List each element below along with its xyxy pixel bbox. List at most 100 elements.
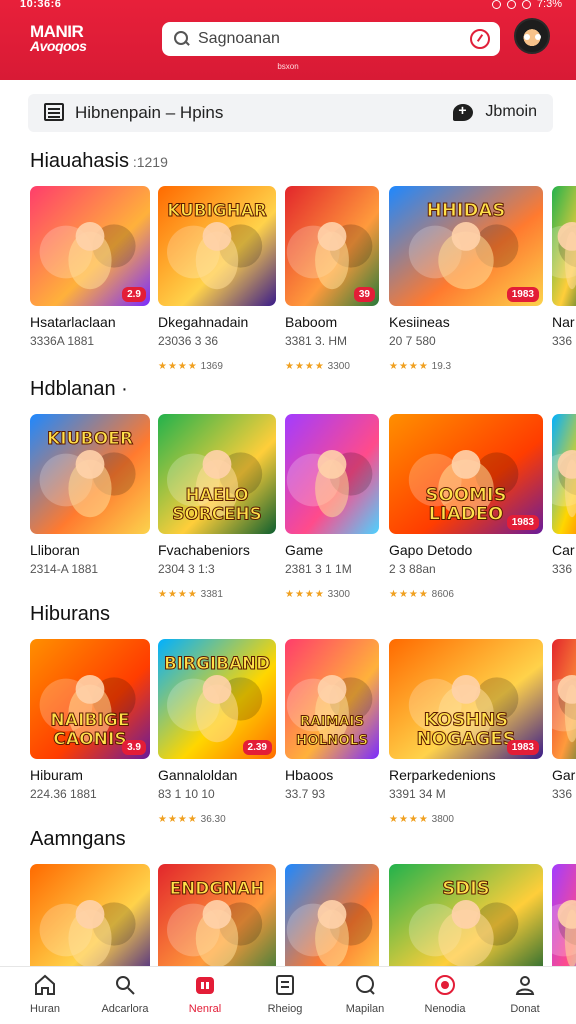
game-card[interactable]: 2.9 Hsatarlaclaan 3336A 1881 bbox=[30, 186, 150, 386]
game-card[interactable]: NAIBIGE CAONIS 3.9 Hiburam 224.36 1881 bbox=[30, 639, 150, 839]
nav-item[interactable]: Huran bbox=[5, 973, 85, 1015]
game-card[interactable]: KIUBOER Lliboran 2314-A 1881 bbox=[30, 414, 150, 614]
status-icon bbox=[506, 0, 516, 9]
game-card[interactable]: HAELO SORCEHS Fvachabeniors 2304 3 1:3 ★★★★ … bbox=[158, 414, 276, 614]
game-card[interactable]: HHIDAS 1983 Kesiineas 20 7 580 ★★★★ 19.3 bbox=[389, 186, 543, 386]
nav-label: Nenodia bbox=[424, 1003, 466, 1015]
game-row[interactable]: KIUBOER Lliboran 2314-A 1881 HAELO SORCEHS Fv… bbox=[0, 414, 576, 614]
price-badge: 2.39 bbox=[242, 740, 272, 755]
game-card[interactable]: KUBIGHAR Dkegahnadain 23036 3 36 ★★★★ 1369 bbox=[158, 186, 276, 386]
header-subtitle: bsxon bbox=[277, 62, 299, 71]
artwork-lettering: KUBIGHAR bbox=[167, 200, 266, 220]
avatar[interactable] bbox=[514, 18, 550, 54]
search-icon bbox=[113, 973, 137, 997]
bottom-navigation: Huran Adcarlora Nenral Rheiog Mapilan Nenodia… bbox=[0, 966, 576, 1024]
game-rating: ★★★★ 36.30 bbox=[158, 814, 226, 825]
game-meta: 2381 3 1 1M bbox=[285, 562, 352, 576]
game-card[interactable]: RAIMAIS HOLNOLS Hbaoos 33.7 93 bbox=[285, 639, 379, 839]
artwork-lettering: HAELO bbox=[185, 484, 248, 504]
nav-item[interactable]: Nenral bbox=[165, 973, 245, 1015]
game-thumbnail[interactable]: BIRGIBAND 2.39 bbox=[158, 639, 276, 759]
game-meta: 336 bbox=[552, 334, 573, 348]
nav-item[interactable]: Nenodia bbox=[405, 973, 485, 1015]
nav-label: Adcarlora bbox=[101, 1003, 149, 1015]
search-bar[interactable] bbox=[162, 22, 500, 56]
game-meta: 3336A 1881 bbox=[30, 334, 95, 348]
game-thumbnail[interactable] bbox=[552, 414, 576, 534]
game-rating: ★★★★ 8606 bbox=[389, 589, 454, 600]
game-title: Gannaloldan bbox=[158, 767, 238, 783]
filter-action-button[interactable]: Jbmoin bbox=[453, 102, 537, 121]
game-meta: 23036 3 36 bbox=[158, 334, 219, 348]
search-icon bbox=[172, 29, 192, 49]
game-row[interactable]: 2.9 Hsatarlaclaan 3336A 1881 KUBIGHAR Dkegah… bbox=[0, 186, 576, 386]
game-thumbnail[interactable]: KIUBOER bbox=[30, 414, 150, 534]
game-thumbnail[interactable]: HHIDAS 1983 bbox=[389, 186, 543, 306]
game-thumbnail[interactable] bbox=[552, 639, 576, 759]
rating-count: 19.3 bbox=[428, 361, 452, 372]
game-thumbnail[interactable]: RAIMAIS HOLNOLS bbox=[285, 639, 379, 759]
nav-label: Nenral bbox=[188, 1003, 222, 1015]
section-title: Aamngans bbox=[30, 828, 126, 851]
chat-bubble-icon bbox=[353, 973, 377, 997]
logo-line2: Avoqoos bbox=[30, 38, 87, 54]
rating-stars-icon: ★★★★ bbox=[389, 361, 429, 372]
nav-item[interactable]: Mapilan bbox=[325, 973, 405, 1015]
artwork-lettering: SORCEHS bbox=[172, 504, 262, 524]
home-icon bbox=[33, 973, 57, 997]
nav-item[interactable]: Donat bbox=[485, 973, 565, 1015]
game-meta: 83 1 10 10 bbox=[158, 787, 215, 801]
game-card[interactable]: 39 Baboom 3381 3. HM ★★★★ 3300 bbox=[285, 186, 379, 386]
rating-count: 3381 bbox=[197, 589, 223, 600]
game-thumbnail[interactable]: 2.9 bbox=[30, 186, 150, 306]
game-thumbnail[interactable] bbox=[552, 186, 576, 306]
game-card[interactable]: Game 2381 3 1 1M ★★★★ 3300 bbox=[285, 414, 379, 614]
rating-stars-icon: ★★★★ bbox=[158, 361, 198, 372]
rating-count: 36.30 bbox=[197, 814, 226, 825]
section-title: Hiauahasis :1219 bbox=[30, 150, 168, 173]
search-action-icon[interactable] bbox=[470, 29, 490, 49]
game-thumbnail[interactable] bbox=[285, 414, 379, 534]
status-icon bbox=[491, 0, 501, 9]
nav-label: Rheiog bbox=[267, 1003, 303, 1015]
game-row[interactable]: NAIBIGE CAONIS 3.9 Hiburam 224.36 1881 BIRGIB… bbox=[0, 639, 576, 839]
artwork-lettering: SOOMIS bbox=[425, 484, 506, 505]
artwork-lettering: LIADEO bbox=[429, 504, 504, 525]
game-card[interactable]: SOOMIS LIADEO 1983 Gapo Detodo 2 3 88an ★★★★ … bbox=[389, 414, 543, 614]
filter-label: Hibnenpain – Hpins bbox=[75, 103, 224, 122]
game-thumbnail[interactable]: KUBIGHAR bbox=[158, 186, 276, 306]
nav-item[interactable]: Adcarlora bbox=[85, 973, 165, 1015]
game-card[interactable]: BIRGIBAND 2.39 Gannaloldan 83 1 10 10 ★★★★ 3… bbox=[158, 639, 276, 839]
game-thumbnail[interactable]: KOSHNS NOGAGES 1983 bbox=[389, 639, 543, 759]
game-card[interactable]: Car 336 bbox=[552, 414, 576, 614]
game-rating: ★★★★ 3800 bbox=[389, 814, 454, 825]
artwork-lettering: HHIDAS bbox=[427, 200, 506, 221]
artwork-lettering: KOSHNS bbox=[424, 709, 509, 730]
price-badge: 2.9 bbox=[122, 287, 146, 302]
game-card[interactable]: Nar 336 bbox=[552, 186, 576, 386]
game-thumbnail[interactable]: 39 bbox=[285, 186, 379, 306]
chat-add-icon bbox=[453, 102, 474, 121]
game-thumbnail[interactable]: SOOMIS LIADEO 1983 bbox=[389, 414, 543, 534]
nav-item[interactable]: Rheiog bbox=[245, 973, 325, 1015]
game-title: Gar bbox=[552, 767, 576, 783]
game-title: Hbaoos bbox=[285, 767, 334, 783]
game-title: Hsatarlaclaan bbox=[30, 314, 116, 330]
game-title: Kesiineas bbox=[389, 314, 450, 330]
game-title: Gapo Detodo bbox=[389, 542, 473, 558]
game-card[interactable]: Gar 336 bbox=[552, 639, 576, 839]
artwork-lettering: NOGAGES bbox=[416, 729, 515, 750]
game-card[interactable]: KOSHNS NOGAGES 1983 Rerparkedenions 3391 34 … bbox=[389, 639, 543, 839]
game-title: Dkegahnadain bbox=[158, 314, 249, 330]
artwork-lettering: KIUBOER bbox=[47, 429, 133, 449]
artwork-lettering: CAONIS bbox=[53, 730, 126, 750]
game-thumbnail[interactable]: HAELO SORCEHS bbox=[158, 414, 276, 534]
app-logo[interactable]: MANIR Avoqoos bbox=[30, 23, 87, 54]
artwork-lettering: ENDGNAH bbox=[170, 878, 265, 898]
search-input[interactable] bbox=[198, 30, 470, 48]
rating-stars-icon: ★★★★ bbox=[158, 589, 198, 600]
game-thumbnail[interactable]: NAIBIGE CAONIS 3.9 bbox=[30, 639, 150, 759]
game-meta: 2314-A 1881 bbox=[30, 562, 99, 576]
record-icon bbox=[433, 973, 457, 997]
filter-bar[interactable]: Hibnenpain – Hpins Jbmoin bbox=[28, 94, 553, 132]
